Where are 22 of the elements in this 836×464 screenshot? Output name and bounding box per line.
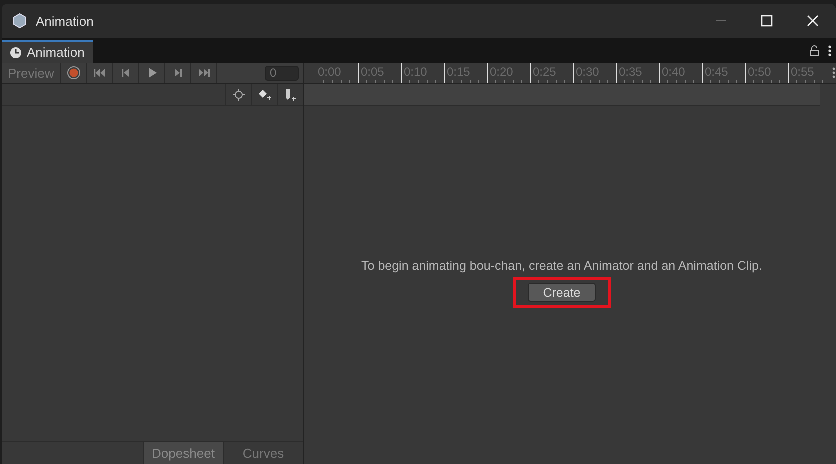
marker-plus-icon[interactable] [284,88,298,102]
step-forward-icon[interactable] [172,68,183,78]
preview-toggle[interactable]: Preview [2,63,62,83]
empty-state-message: To begin animating bou-chan, create an Animator and an Animation Clip. [362,259,762,273]
window-title: Animation [36,14,95,28]
record-icon[interactable] [66,66,81,80]
skip-to-start-icon[interactable] [94,68,106,78]
frame-field[interactable]: 0 [265,66,299,80]
skip-to-end-icon[interactable] [198,68,210,78]
more-menu-icon[interactable] [828,44,832,56]
diamond-plus-icon[interactable] [258,88,272,100]
maximize-icon[interactable] [761,15,773,27]
window-tab[interactable]: Animation [2,40,93,63]
close-icon[interactable] [807,15,819,27]
play-icon[interactable] [146,68,157,78]
clock-icon [10,46,22,58]
step-back-icon[interactable] [120,68,131,78]
crosshair-icon[interactable] [232,88,244,100]
lock-icon[interactable] [810,44,820,56]
view-tab[interactable]: Curves [223,442,303,464]
view-tab[interactable]: Dopesheet [143,442,223,464]
create-button[interactable]: Create [528,283,596,302]
